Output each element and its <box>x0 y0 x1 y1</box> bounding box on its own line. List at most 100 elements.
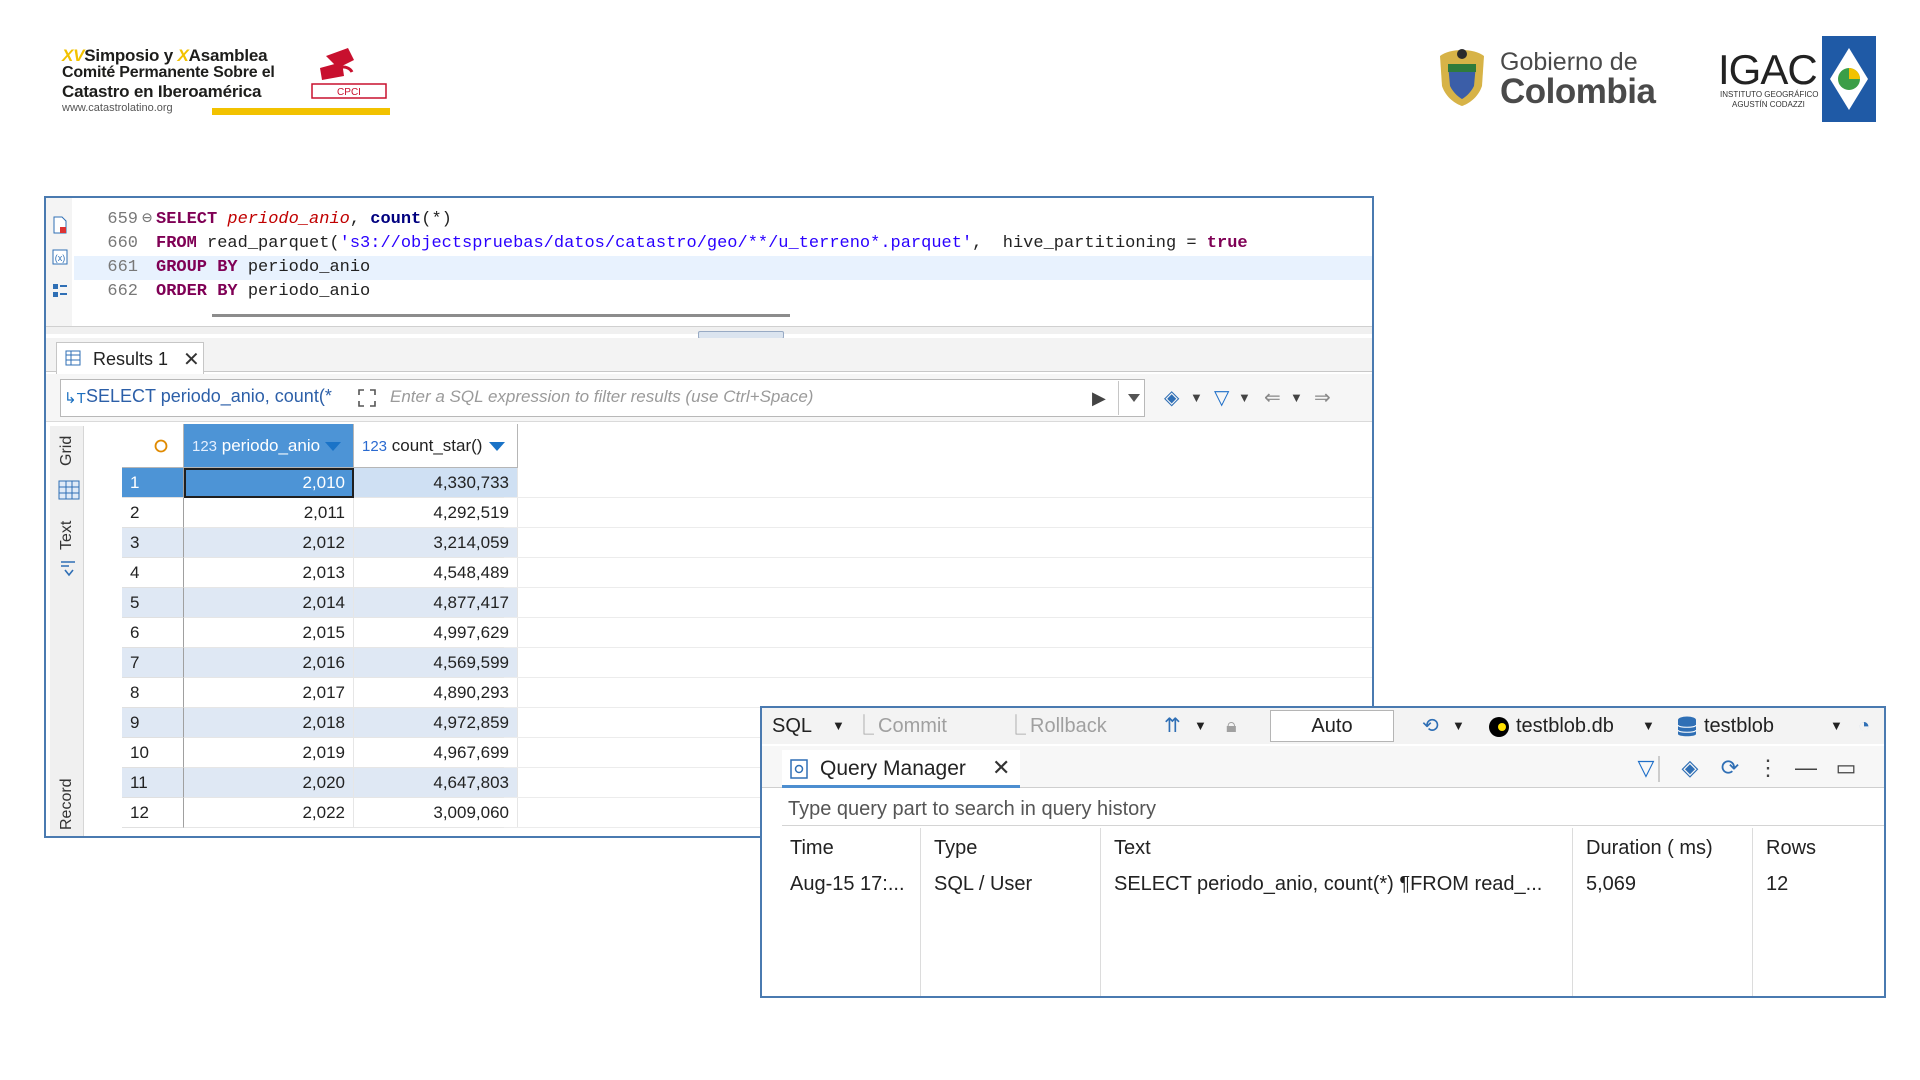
row-number[interactable]: 1 <box>122 468 184 498</box>
minimize-icon[interactable]: — <box>1792 754 1820 782</box>
sort-icon[interactable] <box>489 442 505 451</box>
cell-count-star[interactable]: 3,214,059 <box>354 528 518 558</box>
history-rows-cell[interactable]: 12 <box>1758 868 1878 900</box>
code-line[interactable]: 661 GROUP BY periodo_anio <box>74 256 1372 280</box>
cell-periodo-anio[interactable]: 2,011 <box>184 498 354 528</box>
dashboard-icon[interactable]: ◔ <box>1858 710 1870 742</box>
cell-periodo-anio[interactable]: 2,013 <box>184 558 354 588</box>
tab-results-1[interactable]: Results 1 ✕ <box>56 342 204 374</box>
row-number[interactable]: 2 <box>122 498 184 528</box>
cell-periodo-anio[interactable]: 2,017 <box>184 678 354 708</box>
cell-periodo-anio[interactable]: 2,018 <box>184 708 354 738</box>
cell-count-star[interactable]: 4,292,519 <box>354 498 518 528</box>
history-duration-cell[interactable]: 5,069 <box>1578 868 1750 900</box>
cell-periodo-anio[interactable]: 2,014 <box>184 588 354 618</box>
sort-icon[interactable] <box>325 442 341 451</box>
chevron-down-icon[interactable]: ▼ <box>1190 384 1203 412</box>
row-number[interactable]: 5 <box>122 588 184 618</box>
chevron-down-icon[interactable]: ▼ <box>1642 710 1655 742</box>
history-time-cell[interactable]: Aug-15 17:... <box>782 868 918 900</box>
table-row[interactable]: 8 2,017 4,890,293 <box>84 678 1372 708</box>
refresh-icon[interactable]: ⟳ <box>1716 754 1744 782</box>
cell-count-star[interactable]: 3,009,060 <box>354 798 518 828</box>
row-number[interactable]: 12 <box>122 798 184 828</box>
outline-icon[interactable] <box>52 282 68 300</box>
filter-history-dropdown[interactable] <box>1118 381 1148 415</box>
maximize-icon[interactable]: ▭ <box>1832 754 1860 782</box>
close-icon[interactable]: ✕ <box>183 347 200 372</box>
tab-query-manager[interactable]: Query Manager ✕ <box>782 750 1020 788</box>
cell-count-star[interactable]: 4,569,599 <box>354 648 518 678</box>
auto-commit-field[interactable]: Auto <box>1270 710 1394 742</box>
row-number[interactable]: 10 <box>122 738 184 768</box>
history-text-cell[interactable]: SELECT periodo_anio, count(*) ¶FROM read… <box>1106 868 1570 900</box>
row-selector-header[interactable] <box>122 424 184 468</box>
lock-icon[interactable]: 🔒︎ <box>1226 710 1237 742</box>
chevron-down-icon[interactable]: ▼ <box>1452 710 1465 742</box>
table-row[interactable]: 7 2,016 4,569,599 <box>84 648 1372 678</box>
cell-periodo-anio[interactable]: 2,010 <box>184 468 354 498</box>
table-row[interactable]: 4 2,013 4,548,489 <box>84 558 1372 588</box>
table-row[interactable]: 1 2,010 4,330,733 <box>84 468 1372 498</box>
filter-input[interactable]: Enter a SQL expression to filter results… <box>390 387 813 407</box>
cell-periodo-anio[interactable]: 2,012 <box>184 528 354 558</box>
editor-horizontal-scrollbar[interactable] <box>212 314 790 317</box>
side-tab-grid[interactable]: Grid <box>58 436 76 466</box>
fold-icon[interactable]: ⊖ <box>142 208 156 232</box>
script-variables-icon[interactable]: (x) <box>52 248 68 266</box>
expand-filter-icon[interactable] <box>356 387 378 409</box>
query-history-search-input[interactable]: Type query part to search in query histo… <box>782 792 1884 826</box>
schema-selector[interactable]: testblob <box>1704 710 1774 742</box>
chevron-down-icon[interactable]: ▼ <box>1290 384 1303 412</box>
row-number[interactable]: 6 <box>122 618 184 648</box>
datasource-selector[interactable]: testblob.db <box>1516 710 1614 742</box>
cell-count-star[interactable]: 4,967,699 <box>354 738 518 768</box>
side-tab-record[interactable]: Record <box>58 778 76 830</box>
eraser-icon[interactable]: ◈ <box>1676 754 1704 782</box>
cell-count-star[interactable]: 4,877,417 <box>354 588 518 618</box>
chevron-down-icon[interactable]: ▼ <box>1194 710 1207 742</box>
cell-count-star[interactable]: 4,647,803 <box>354 768 518 798</box>
column-header-type[interactable]: Type <box>926 830 977 866</box>
eraser-icon[interactable]: ◈ <box>1164 384 1179 412</box>
new-script-icon[interactable] <box>52 216 68 234</box>
cell-periodo-anio[interactable]: 2,015 <box>184 618 354 648</box>
history-type-cell[interactable]: SQL / User <box>926 868 1098 900</box>
filter-icon[interactable]: ▽ <box>1214 384 1229 412</box>
table-row[interactable]: 3 2,012 3,214,059 <box>84 528 1372 558</box>
apply-filter-icon[interactable]: ▶ <box>1092 388 1106 409</box>
side-tab-text[interactable]: Text <box>58 521 76 550</box>
row-number[interactable]: 7 <box>122 648 184 678</box>
chevron-down-icon[interactable]: ▼ <box>1830 710 1843 742</box>
row-number[interactable]: 3 <box>122 528 184 558</box>
close-icon[interactable]: ✕ <box>992 755 1010 781</box>
cell-count-star[interactable]: 4,997,629 <box>354 618 518 648</box>
column-header-count-star[interactable]: 123 count_star() <box>354 424 518 468</box>
filter-icon[interactable]: ▽ <box>1632 754 1660 782</box>
code-line[interactable]: 659 ⊖ SELECT periodo_anio, count(*) <box>74 208 1372 232</box>
forward-arrow-icon[interactable]: ⇒ <box>1314 384 1331 412</box>
sql-editor-button[interactable]: SQL <box>772 710 812 742</box>
row-number[interactable]: 4 <box>122 558 184 588</box>
cell-periodo-anio[interactable]: 2,019 <box>184 738 354 768</box>
column-header-duration[interactable]: Duration ( ms) <box>1578 830 1713 866</box>
chevron-down-icon[interactable]: ▼ <box>1238 384 1251 412</box>
history-icon[interactable]: ⟲ <box>1422 710 1439 742</box>
cell-periodo-anio[interactable]: 2,016 <box>184 648 354 678</box>
column-header-rows[interactable]: Rows <box>1758 830 1816 866</box>
chevron-down-icon[interactable]: ▼ <box>832 710 845 742</box>
column-header-text[interactable]: Text <box>1106 830 1151 866</box>
grid-view-icon[interactable] <box>58 480 80 500</box>
table-row[interactable]: 2 2,011 4,292,519 <box>84 498 1372 528</box>
row-number[interactable]: 11 <box>122 768 184 798</box>
row-number[interactable]: 8 <box>122 678 184 708</box>
column-header-periodo-anio[interactable]: 123 periodo_anio <box>184 424 354 468</box>
panels-icon[interactable] <box>58 558 80 578</box>
cell-count-star[interactable]: 4,972,859 <box>354 708 518 738</box>
table-row[interactable]: 5 2,014 4,877,417 <box>84 588 1372 618</box>
code-line[interactable]: 660 FROM read_parquet('s3://objectsprueba… <box>74 232 1372 256</box>
column-header-time[interactable]: Time <box>782 830 834 866</box>
more-options-icon[interactable]: ⋮ <box>1754 754 1782 782</box>
rollback-button[interactable]: Rollback <box>1030 710 1107 742</box>
back-arrow-icon[interactable]: ⇐ <box>1264 384 1281 412</box>
